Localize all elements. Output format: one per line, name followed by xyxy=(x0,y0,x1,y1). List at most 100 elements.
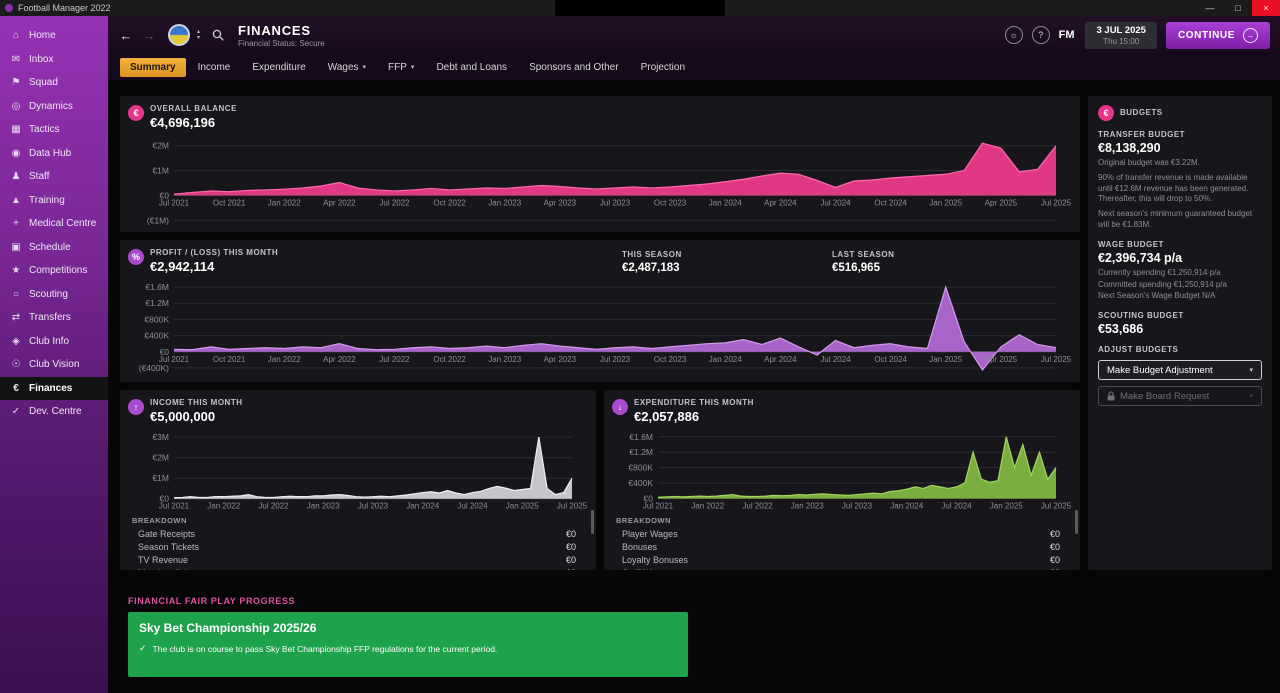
sidebar-item-label: Squad xyxy=(29,77,58,89)
svg-text:Jan 2022: Jan 2022 xyxy=(268,198,301,207)
profit-loss-value: €2,942,114 xyxy=(150,259,215,274)
forward-button[interactable]: → xyxy=(141,28,157,43)
breakdown-row[interactable]: Player Wages €0 xyxy=(612,527,1072,540)
home-icon: ⌂ xyxy=(12,30,20,42)
svg-text:€400K: €400K xyxy=(144,331,169,341)
profit-loss-icon: % xyxy=(128,249,144,265)
tab-bar: Summary Income Expenditure Wages ▾ FFP ▾ Debt a… xyxy=(108,54,1280,80)
tab-debt-and-loans[interactable]: Debt and Loans xyxy=(426,58,517,77)
breakdown-row-value: €0 xyxy=(1049,528,1060,539)
tab-income[interactable]: Income xyxy=(188,58,241,77)
sidebar-item-data-hub[interactable]: ◉ Data Hub xyxy=(0,142,108,166)
svg-text:€800K: €800K xyxy=(628,463,653,473)
svg-text:Apr 2023: Apr 2023 xyxy=(544,355,577,364)
tab-summary[interactable]: Summary xyxy=(120,57,186,77)
sidebar-item-label: Dev. Centre xyxy=(29,406,82,418)
svg-text:Jul 2023: Jul 2023 xyxy=(600,198,631,207)
minimize-button[interactable]: — xyxy=(1196,0,1224,16)
continue-label: CONTINUE xyxy=(1177,29,1235,41)
tactics-icon: ▦ xyxy=(11,124,21,136)
svg-text:€800K: €800K xyxy=(144,314,169,324)
overall-balance-panel: € OVERALL BALANCE €4,696,196 €2M €1M €0 (€1… xyxy=(120,96,1080,232)
sidebar-item-schedule[interactable]: ▣ Schedule xyxy=(0,236,108,260)
sidebar-item-inbox[interactable]: ✉ Inbox xyxy=(0,48,108,72)
sidebar-item-club-vision[interactable]: ☉ Club Vision xyxy=(0,353,108,377)
expenditure-breakdown-header: BREAKDOWN xyxy=(616,516,671,525)
club-switch-chevrons[interactable]: ▴ ▾ xyxy=(197,29,200,41)
income-title: INCOME THIS MONTH xyxy=(150,398,243,407)
sidebar-item-dynamics[interactable]: ◎ Dynamics xyxy=(0,95,108,119)
tab-ffp[interactable]: FFP ▾ xyxy=(378,58,424,77)
breakdown-row[interactable]: Staff Wages €0 xyxy=(612,566,1072,571)
svg-text:Jul 2021: Jul 2021 xyxy=(643,501,674,510)
sidebar-item-scouting[interactable]: ○ Scouting xyxy=(0,283,108,307)
svg-text:Jul 2023: Jul 2023 xyxy=(358,502,389,511)
tab-sponsors-and-other[interactable]: Sponsors and Other xyxy=(519,58,629,77)
close-button[interactable]: × xyxy=(1252,0,1280,16)
svg-text:Jul 2024: Jul 2024 xyxy=(457,502,488,511)
breakdown-row-value: €0 xyxy=(1050,568,1060,571)
sidebar-item-dev-centre[interactable]: ✓ Dev. Centre xyxy=(0,400,108,424)
budget-adjustment-dropdown[interactable]: Make Budget Adjustment ▾ xyxy=(1098,360,1262,381)
scouting-budget-value: €53,686 xyxy=(1098,322,1144,337)
board-request-dropdown[interactable]: Make Board Request ▾ xyxy=(1098,386,1262,407)
svg-text:Oct 2024: Oct 2024 xyxy=(874,355,907,364)
sidebar-item-home[interactable]: ⌂ Home xyxy=(0,24,108,48)
svg-text:Jan 2025: Jan 2025 xyxy=(929,198,962,207)
tab-label: Wages xyxy=(327,61,359,73)
svg-text:€1.6M: €1.6M xyxy=(629,432,653,442)
budget-adjustment-label: Make Budget Adjustment xyxy=(1107,364,1213,376)
transfer-budget-note-3: Next season's minimum guaranteed budget … xyxy=(1098,209,1253,229)
sidebar-item-tactics[interactable]: ▦ Tactics xyxy=(0,118,108,142)
sidebar-item-club-info[interactable]: ◈ Club Info xyxy=(0,330,108,354)
last-season-label: LAST SEASON xyxy=(832,250,895,259)
back-button[interactable]: ← xyxy=(118,28,134,43)
svg-text:Jan 2022: Jan 2022 xyxy=(691,501,724,510)
svg-text:Oct 2023: Oct 2023 xyxy=(654,198,687,207)
budgets-icon: € xyxy=(1098,105,1114,121)
sidebar-item-competitions[interactable]: ★ Competitions xyxy=(0,259,108,283)
breakdown-row[interactable]: Gate Receipts €0 xyxy=(128,527,588,540)
expenditure-chart: €1.6M €1.2M €800K €400K €0 Jul 2021 Jan 2022 Ju… xyxy=(612,426,1072,512)
sidebar-item-staff[interactable]: ♟ Staff xyxy=(0,165,108,189)
sidebar-item-squad[interactable]: ⚑ Squad xyxy=(0,71,108,95)
club-badge[interactable] xyxy=(168,24,190,46)
tab-expenditure[interactable]: Expenditure xyxy=(242,58,315,77)
search-button[interactable] xyxy=(211,28,225,42)
breakdown-row[interactable]: Season Tickets €0 xyxy=(128,540,588,553)
tab-label: Debt and Loans xyxy=(436,61,508,73)
advisor-icon[interactable]: ☼ xyxy=(1004,26,1023,44)
inbox-icon: ✉ xyxy=(11,53,21,65)
sidebar-item-training[interactable]: ▲ Training xyxy=(0,189,108,213)
sidebar-item-transfers[interactable]: ⇄ Transfers xyxy=(0,306,108,330)
schedule-icon: ▣ xyxy=(11,241,21,253)
budgets-panel: € BUDGETS TRANSFER BUDGET €8,138,290 Ori… xyxy=(1088,96,1272,570)
maximize-button[interactable]: □ xyxy=(1224,0,1252,16)
tab-label: Projection xyxy=(640,61,686,73)
breakdown-row[interactable]: Loyalty Bonuses €0 xyxy=(612,553,1072,566)
breakdown-row-value: €0 xyxy=(1049,541,1060,552)
this-season-stat: THIS SEASON €2,487,183 xyxy=(622,250,682,274)
wage-note-3: Next Season's Wage Budget N/A xyxy=(1098,291,1216,301)
tab-projection[interactable]: Projection xyxy=(631,58,695,77)
sidebar-item-finances[interactable]: € Finances xyxy=(0,376,108,400)
check-icon: ✓ xyxy=(139,643,147,653)
wage-note-1: Currently spending €1,250,914 p/a xyxy=(1098,267,1221,277)
breakdown-row[interactable]: TV Revenue €0 xyxy=(128,553,588,566)
profit-loss-panel: % PROFIT / (LOSS) THIS MONTH €2,942,114 … xyxy=(120,240,1080,382)
tab-wages[interactable]: Wages ▾ xyxy=(318,58,376,77)
svg-text:Jan 2024: Jan 2024 xyxy=(709,198,742,207)
help-icon[interactable]: ? xyxy=(1031,26,1050,44)
breakdown-row[interactable]: Merchandising €0 xyxy=(128,566,588,571)
svg-text:Jan 2023: Jan 2023 xyxy=(488,198,521,207)
scouting-icon: ○ xyxy=(12,288,20,300)
breakdown-row[interactable]: Bonuses €0 xyxy=(612,540,1072,553)
svg-text:€2M: €2M xyxy=(152,453,169,463)
expenditure-scrollbar[interactable] xyxy=(1075,510,1078,534)
svg-text:Apr 2024: Apr 2024 xyxy=(764,198,797,207)
income-scrollbar[interactable] xyxy=(591,510,594,534)
continue-button[interactable]: CONTINUE → xyxy=(1165,21,1270,49)
svg-text:Jan 2025: Jan 2025 xyxy=(929,355,962,364)
sidebar-item-medical-centre[interactable]: + Medical Centre xyxy=(0,212,108,236)
sidebar-item-label: Club Info xyxy=(29,335,70,347)
